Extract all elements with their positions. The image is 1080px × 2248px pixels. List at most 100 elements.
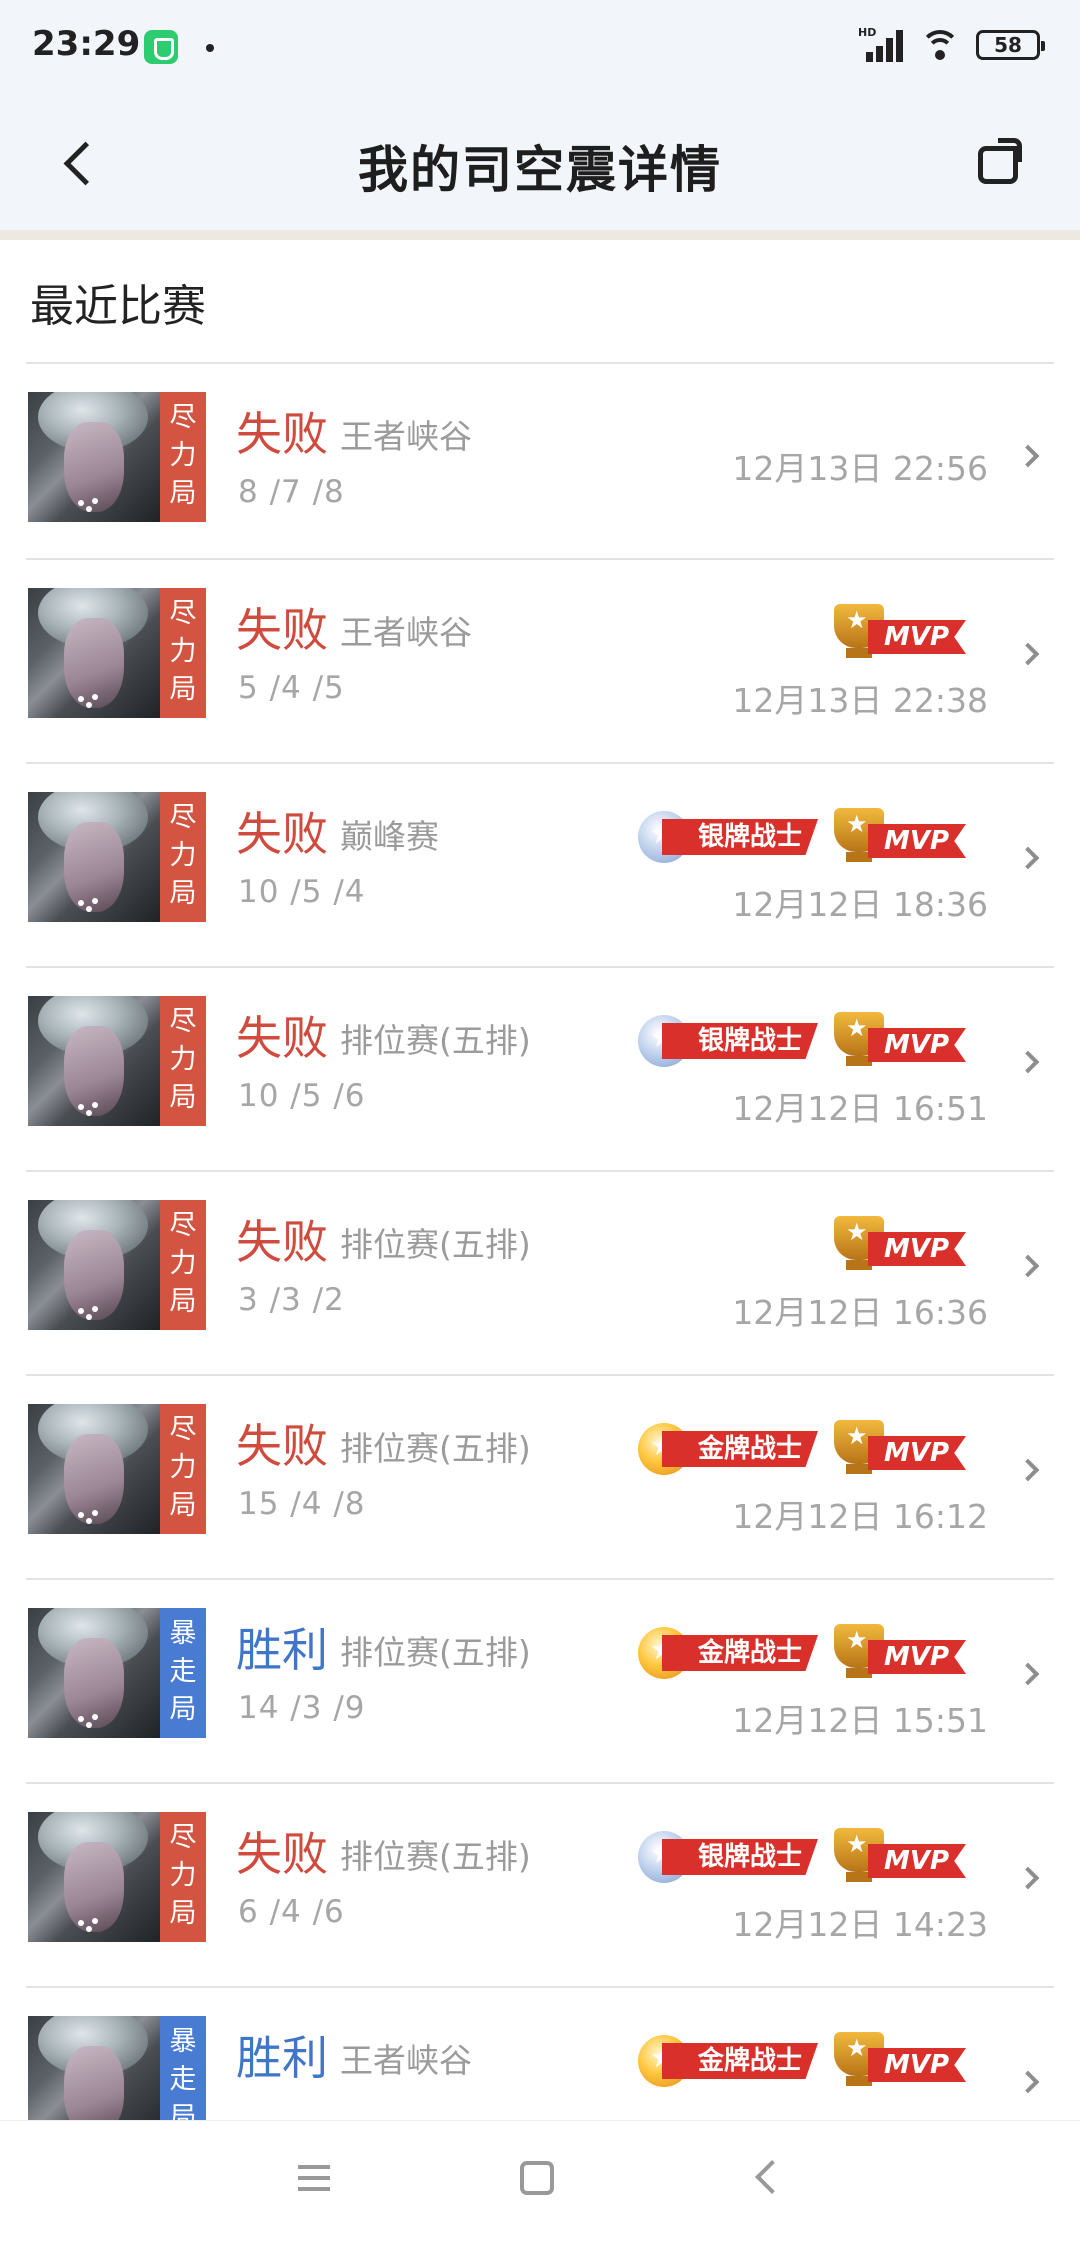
match-result: 失败 <box>236 1215 328 1269</box>
badges: MVP <box>834 604 966 660</box>
match-result: 失败 <box>236 1011 328 1065</box>
match-row[interactable]: 暴走局胜利排位赛(五排) 14 /3 /9 金牌战士 MVP 12月12日 15:51 <box>26 1580 1054 1784</box>
match-result: 胜利 <box>236 1623 328 1677</box>
silver-medal-badge: 银牌战士 <box>638 1015 822 1067</box>
match-time: 12月12日 18:36 <box>732 885 988 924</box>
match-mode: 王者峡谷 <box>340 2041 472 2080</box>
badges: 金牌战士 MVP <box>638 2032 966 2088</box>
medal-label: 金牌战士 <box>662 1635 818 1671</box>
match-tag: 尽力局 <box>160 1200 206 1330</box>
match-mode: 排位赛(五排) <box>340 1429 531 1468</box>
match-tag: 尽力局 <box>160 392 206 522</box>
chevron-right-icon <box>1016 444 1040 468</box>
match-row[interactable]: 尽力局失败王者峡谷 5 /4 /5 MVP 12月13日 22:38 <box>26 560 1054 764</box>
badges: 银牌战士 MVP <box>638 808 966 864</box>
match-kda: 6 /4 /6 <box>238 1894 345 1930</box>
hero-avatar <box>28 996 160 1126</box>
chevron-right-icon <box>1016 1254 1040 1278</box>
match-tag: 尽力局 <box>160 1812 206 1942</box>
match-tag: 尽力局 <box>160 1404 206 1534</box>
mvp-badge: MVP <box>834 1420 966 1476</box>
medal-label: 金牌战士 <box>662 1431 818 1467</box>
match-mode: 王者峡谷 <box>340 417 472 456</box>
match-result: 胜利 <box>236 2031 328 2085</box>
chevron-right-icon <box>1016 846 1040 870</box>
status-time: 23:29 <box>32 24 141 64</box>
chevron-right-icon <box>1016 1050 1040 1074</box>
hero-avatar <box>28 588 160 718</box>
hero-avatar <box>28 1608 160 1738</box>
chevron-right-icon <box>1016 642 1040 666</box>
mvp-badge: MVP <box>834 1012 966 1068</box>
match-kda: 14 /3 /9 <box>238 1690 366 1726</box>
match-time: 12月12日 14:23 <box>732 1905 988 1944</box>
match-row[interactable]: 尽力局失败排位赛(五排) 6 /4 /6 银牌战士 MVP 12月12日 14:23 <box>26 1784 1054 1988</box>
chevron-right-icon <box>1016 1458 1040 1482</box>
match-row[interactable]: 尽力局失败排位赛(五排) 3 /3 /2 MVP 12月12日 16:36 <box>26 1172 1054 1376</box>
match-time: 12月13日 22:38 <box>732 681 988 720</box>
notification-dot-icon <box>206 44 214 52</box>
status-bar: 23:29 HD 58 <box>0 0 1080 100</box>
match-time: 12月12日 16:12 <box>732 1497 988 1536</box>
medal-label: 银牌战士 <box>662 1839 818 1875</box>
system-nav-bar <box>0 2120 1080 2248</box>
match-time: 12月12日 16:51 <box>732 1089 988 1128</box>
chevron-right-icon <box>1016 2070 1040 2094</box>
mvp-label: MVP <box>868 1436 966 1470</box>
match-mode: 排位赛(五排) <box>340 1633 531 1672</box>
match-result: 失败 <box>236 407 328 461</box>
hero-avatar <box>28 1200 160 1330</box>
match-mode: 排位赛(五排) <box>340 1837 531 1876</box>
match-time: 12月13日 22:56 <box>732 449 988 488</box>
mvp-badge: MVP <box>834 604 966 660</box>
match-kda: 10 /5 /4 <box>238 874 366 910</box>
header-divider <box>0 230 1080 240</box>
match-result: 失败 <box>236 1827 328 1881</box>
match-kda: 3 /3 /2 <box>238 1282 345 1318</box>
match-row[interactable]: 尽力局失败 王者峡谷 8 /7 /8 12月13日 22:56 <box>26 364 1054 560</box>
match-result: 失败 <box>236 807 328 861</box>
gold-medal-badge: 金牌战士 <box>638 1423 822 1475</box>
badges: MVP <box>834 1216 966 1272</box>
match-mode: 排位赛(五排) <box>340 1225 531 1264</box>
badges: 金牌战士 MVP <box>638 1624 966 1680</box>
wifi-icon <box>920 28 960 62</box>
match-kda: 10 /5 /6 <box>238 1078 366 1114</box>
match-mode: 巅峰赛 <box>340 817 439 856</box>
nav-back-button[interactable] <box>755 2160 789 2194</box>
mvp-label: MVP <box>868 1232 966 1266</box>
silver-medal-badge: 银牌战士 <box>638 1831 822 1883</box>
section-title: 最近比赛 <box>30 281 206 332</box>
nav-menu-button[interactable] <box>298 2165 330 2191</box>
chevron-right-icon <box>1016 1866 1040 1890</box>
mvp-badge: MVP <box>834 1828 966 1884</box>
mvp-label: MVP <box>868 1028 966 1062</box>
badges: 金牌战士 MVP <box>638 1420 966 1476</box>
share-button[interactable] <box>972 132 1032 192</box>
mvp-badge: MVP <box>834 808 966 864</box>
signal-icon: HD <box>858 26 904 62</box>
hero-avatar <box>28 1404 160 1534</box>
match-kda: 15 /4 /8 <box>238 1486 366 1522</box>
match-list: 尽力局失败 王者峡谷 8 /7 /8 12月13日 22:56 尽力局失败 王者峡谷 5 /… <box>26 362 1054 2192</box>
hero-avatar <box>28 1812 160 1942</box>
mvp-badge: MVP <box>834 1216 966 1272</box>
match-row[interactable]: 尽力局失败排位赛(五排) 10 /5 /6 银牌战士 MVP 12月12日 16:51 <box>26 968 1054 1172</box>
match-row[interactable]: 尽力局失败巅峰赛 10 /5 /4 银牌战士 MVP 12月12日 18:36 <box>26 764 1054 968</box>
battery-icon: 58 <box>976 30 1045 60</box>
chevron-right-icon <box>1016 1662 1040 1686</box>
match-row[interactable]: 尽力局失败排位赛(五排) 15 /4 /8 金牌战士 MVP 12月12日 16:12 <box>26 1376 1054 1580</box>
match-time: 12月12日 16:36 <box>732 1293 988 1332</box>
mvp-label: MVP <box>868 824 966 858</box>
match-tag: 尽力局 <box>160 792 206 922</box>
mvp-badge: MVP <box>834 1624 966 1680</box>
match-tag: 暴走局 <box>160 1608 206 1738</box>
match-mode: 王者峡谷 <box>340 613 472 652</box>
nav-home-button[interactable] <box>520 2161 554 2195</box>
silver-medal-badge: 银牌战士 <box>638 811 822 863</box>
mvp-label: MVP <box>868 1844 966 1878</box>
hero-avatar <box>28 792 160 922</box>
network-label: HD <box>858 26 877 39</box>
match-time: 12月12日 15:51 <box>732 1701 988 1740</box>
match-mode: 排位赛(五排) <box>340 1021 531 1060</box>
